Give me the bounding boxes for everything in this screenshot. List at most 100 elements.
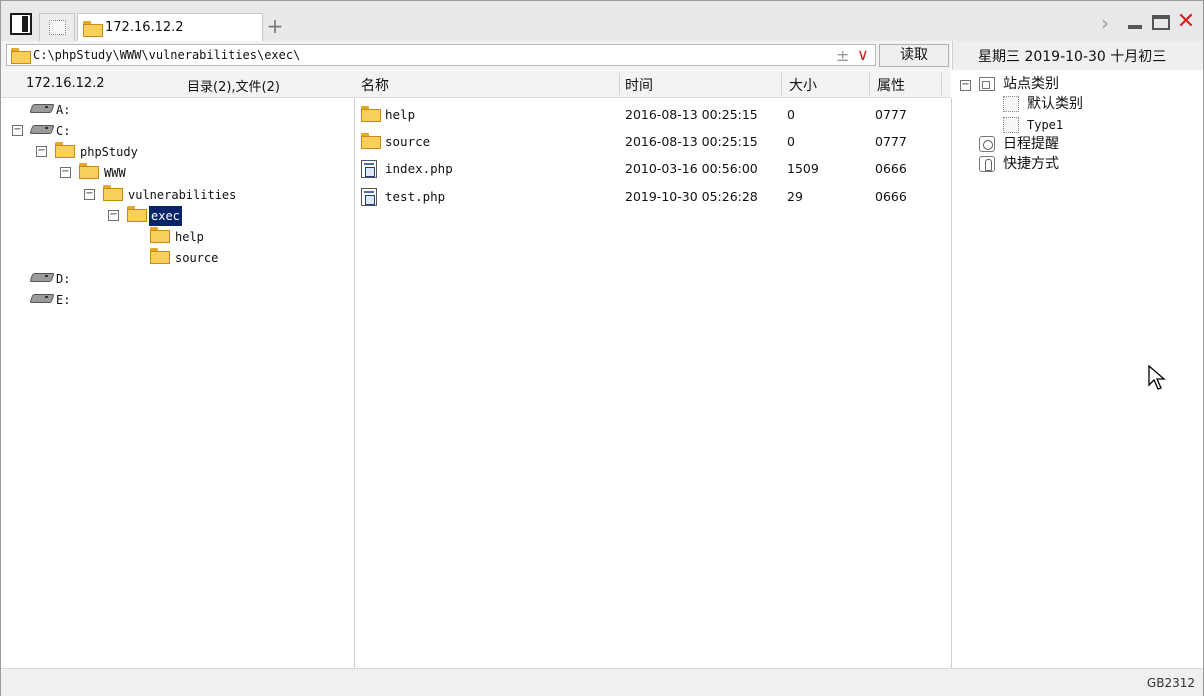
file-size: 0 bbox=[787, 134, 795, 149]
folder-icon bbox=[150, 227, 170, 243]
mouse-cursor-icon bbox=[1148, 365, 1166, 390]
column-divider[interactable] bbox=[869, 73, 870, 95]
drive-icon bbox=[31, 122, 51, 134]
collapse-icon[interactable]: − bbox=[108, 210, 119, 221]
tree-item-label: source bbox=[175, 251, 219, 265]
collapse-icon[interactable]: − bbox=[12, 125, 23, 136]
file-list: help 2016-08-13 00:25:15 0 0777 source 2… bbox=[355, 98, 952, 668]
maximize-button[interactable] bbox=[1152, 15, 1170, 30]
php-file-icon bbox=[361, 160, 377, 178]
folder-icon bbox=[83, 21, 103, 37]
blank-item-icon bbox=[1003, 117, 1019, 133]
chevron-right-icon[interactable]: › bbox=[1101, 13, 1115, 33]
file-name: source bbox=[385, 134, 431, 149]
add-tab-button[interactable]: + bbox=[265, 16, 285, 36]
tree-item-label: help bbox=[175, 230, 204, 244]
drive-icon bbox=[31, 101, 51, 113]
file-attr: 0777 bbox=[875, 134, 907, 149]
column-header-time[interactable]: 时间 bbox=[625, 75, 653, 95]
collapse-icon[interactable]: − bbox=[84, 189, 95, 200]
clock-icon bbox=[979, 136, 995, 152]
tree-item-label: phpStudy bbox=[80, 145, 138, 159]
title-bar: 172.16.12.2 + › ✕ bbox=[1, 1, 1203, 42]
category-icon bbox=[979, 77, 995, 91]
path-text: C:\phpStudy\WWW\vulnerabilities\exec\ bbox=[33, 48, 301, 62]
open-folder-icon bbox=[127, 206, 147, 222]
tree-item-drive-d[interactable]: D: bbox=[31, 269, 70, 289]
folder-icon bbox=[361, 106, 381, 122]
drive-icon bbox=[31, 291, 51, 303]
tree-item-drive-a[interactable]: A: bbox=[31, 100, 70, 120]
column-header-attr[interactable]: 属性 bbox=[877, 75, 905, 95]
file-row[interactable]: test.php 2019-10-30 05:26:28 29 0666 bbox=[355, 184, 951, 210]
file-attr: 0666 bbox=[875, 189, 907, 204]
tree-item-exec[interactable]: exec bbox=[127, 206, 182, 226]
read-button[interactable]: 读取 bbox=[879, 44, 949, 67]
blank-page-icon bbox=[49, 20, 66, 35]
site-node-label: 默认类别 bbox=[1027, 96, 1083, 112]
host-label: 172.16.12.2 bbox=[26, 76, 105, 91]
chevron-down-icon[interactable]: ∨ bbox=[857, 45, 869, 64]
tree-item-label: A: bbox=[56, 103, 71, 117]
tree-item-drive-e[interactable]: E: bbox=[31, 290, 70, 310]
tab-host-label: 172.16.12.2 bbox=[105, 20, 184, 35]
status-bar: GB2312 bbox=[1, 668, 1203, 696]
site-node-label: 站点类别 bbox=[1003, 76, 1059, 92]
php-file-icon bbox=[361, 188, 377, 206]
collapse-icon[interactable]: − bbox=[960, 80, 971, 91]
file-name: index.php bbox=[385, 161, 453, 176]
site-node-label: 快捷方式 bbox=[1003, 156, 1059, 172]
file-row[interactable]: index.php 2010-03-16 00:56:00 1509 0666 bbox=[355, 156, 951, 182]
sidebar-toggle-icon[interactable] bbox=[10, 13, 32, 35]
close-button[interactable]: ✕ bbox=[1176, 11, 1196, 33]
tree-item-label: vulnerabilities bbox=[128, 188, 237, 202]
date-bar: 星期三 2019-10-30 十月初三 bbox=[952, 41, 1203, 70]
file-name: help bbox=[385, 107, 416, 122]
tree-item-help[interactable]: help bbox=[150, 227, 204, 247]
folder-icon bbox=[150, 248, 170, 264]
plus-minus-icon[interactable]: ± bbox=[836, 46, 849, 65]
column-divider[interactable] bbox=[781, 73, 782, 95]
column-divider[interactable] bbox=[941, 73, 942, 95]
tree-item-vulnerabilities[interactable]: vulnerabilities bbox=[103, 185, 236, 205]
file-time: 2016-08-13 00:25:15 bbox=[625, 107, 758, 122]
tree-item-label: E: bbox=[56, 293, 71, 307]
tree-header: 172.16.12.2 目录(2),文件(2) bbox=[1, 71, 355, 98]
collapse-icon[interactable]: − bbox=[60, 167, 71, 178]
folder-icon bbox=[55, 142, 75, 158]
site-node-label: Type1 bbox=[1027, 118, 1064, 132]
tree-item-label: WWW bbox=[104, 166, 126, 180]
file-list-header: 名称 时间 大小 属性 bbox=[355, 71, 951, 98]
encoding-label: GB2312 bbox=[1146, 676, 1195, 690]
app-window: 172.16.12.2 + › ✕ C:\phpStudy\WWW\vulner… bbox=[0, 0, 1204, 696]
file-row[interactable]: help 2016-08-13 00:25:15 0 0777 bbox=[355, 102, 951, 128]
tree-item-source[interactable]: source bbox=[150, 248, 218, 268]
site-node-label: 日程提醒 bbox=[1003, 136, 1059, 152]
item-count-label: 目录(2),文件(2) bbox=[187, 80, 280, 95]
file-attr: 0777 bbox=[875, 107, 907, 122]
drive-icon bbox=[31, 270, 51, 282]
folder-icon bbox=[79, 163, 99, 179]
blank-item-icon bbox=[1003, 96, 1019, 112]
tab-blank[interactable] bbox=[39, 13, 75, 41]
folder-icon bbox=[103, 185, 123, 201]
collapse-icon[interactable]: − bbox=[36, 146, 47, 157]
tree-item-drive-c[interactable]: C: bbox=[31, 121, 70, 141]
tab-host[interactable]: 172.16.12.2 bbox=[77, 13, 263, 42]
file-attr: 0666 bbox=[875, 161, 907, 176]
minimize-button[interactable] bbox=[1128, 25, 1142, 29]
column-divider[interactable] bbox=[619, 73, 620, 95]
column-header-name[interactable]: 名称 bbox=[361, 75, 389, 95]
directory-tree: A: − C: − phpStudy − WWW − vulnerabiliti… bbox=[1, 98, 355, 668]
file-time: 2010-03-16 00:56:00 bbox=[625, 161, 758, 176]
tree-item-phpstudy[interactable]: phpStudy bbox=[55, 142, 138, 162]
hand-icon bbox=[979, 156, 995, 172]
date-text: 星期三 2019-10-30 十月初三 bbox=[978, 49, 1167, 65]
file-row[interactable]: source 2016-08-13 00:25:15 0 0777 bbox=[355, 129, 951, 155]
path-input[interactable]: C:\phpStudy\WWW\vulnerabilities\exec\ ± … bbox=[6, 44, 876, 66]
file-size: 1509 bbox=[787, 161, 819, 176]
file-time: 2019-10-30 05:26:28 bbox=[625, 189, 758, 204]
file-size: 0 bbox=[787, 107, 795, 122]
tree-item-www[interactable]: WWW bbox=[79, 163, 126, 183]
column-header-size[interactable]: 大小 bbox=[789, 75, 817, 95]
